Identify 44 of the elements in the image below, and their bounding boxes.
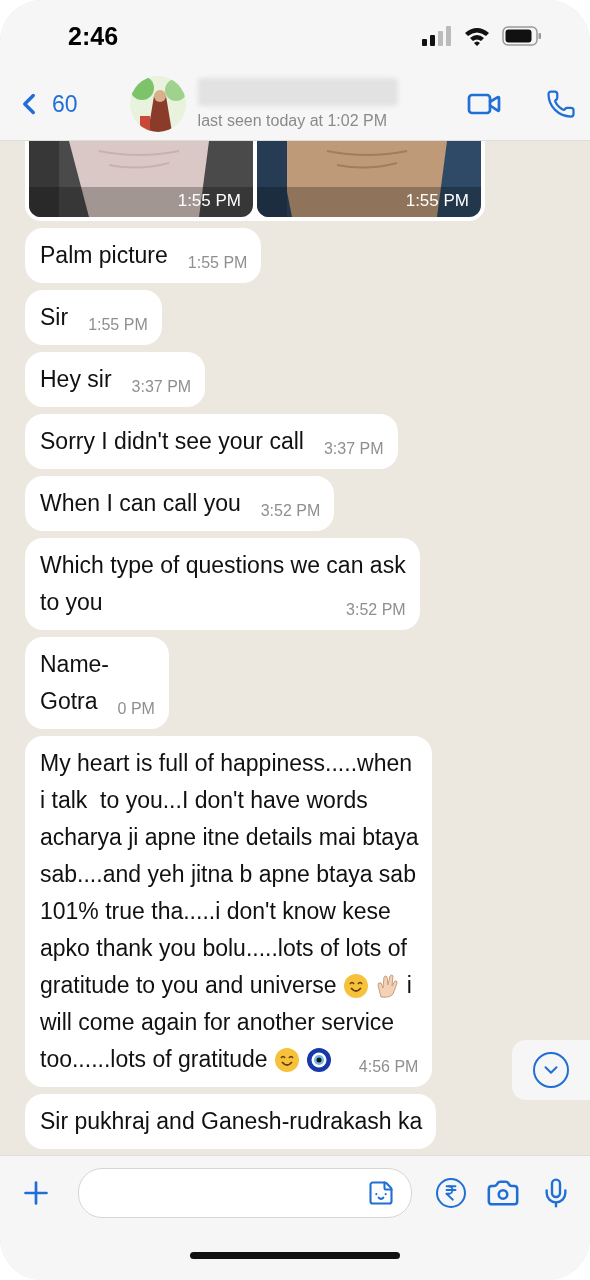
message-time: 4:56 PM — [357, 1058, 419, 1077]
message-text: sab....and yeh jitna b apne btaya sab — [40, 860, 416, 889]
message-input-field[interactable] — [78, 1168, 412, 1218]
message-time: 3:37 PM — [322, 440, 384, 459]
message-text: will come again for another service — [40, 1008, 395, 1037]
phone-call-button[interactable] — [546, 89, 576, 119]
message-time: 3:37 PM — [130, 378, 192, 397]
message-time: 1:55 PM — [87, 316, 148, 335]
message-text: Palm picture — [40, 241, 168, 270]
message-time: 1:55 PM — [186, 254, 248, 273]
back-button[interactable]: 60 — [12, 87, 78, 121]
message-time: 1:55 PM — [405, 191, 469, 211]
message-text: to you — [40, 588, 103, 617]
message-text: Sir pukhraj and Ganesh-rudrakash ka — [40, 1107, 423, 1136]
message-text: Name- — [40, 650, 109, 679]
message-text: apko thank you bolu.....lots of lots of — [40, 934, 407, 963]
wifi-icon — [464, 26, 490, 46]
payment-button[interactable] — [436, 1178, 466, 1208]
message-text: Sorry I didn't see your call — [40, 427, 304, 456]
message-text: Which type of questions we can ask — [40, 551, 406, 580]
message-text: My heart is full of happiness.....when — [40, 749, 413, 778]
sticker-icon[interactable] — [367, 1179, 395, 1207]
message-text: When I can call you — [40, 489, 241, 518]
message-text: i talk to you...I don't have words — [40, 786, 368, 815]
clock-time: 2:46 — [68, 21, 119, 51]
smiling-face-icon — [273, 1046, 300, 1073]
signal-icon — [422, 26, 452, 46]
message-text: 101% true tha.....i don't know kese — [40, 897, 391, 926]
message-text: Hey sir — [40, 365, 112, 394]
message-text: Gotra — [40, 687, 98, 716]
message-text: gratitude to you and universe — [40, 971, 337, 1000]
message-text: Sir — [40, 303, 69, 332]
scroll-down-button[interactable] — [512, 1040, 590, 1100]
message-text: too......lots of gratitude — [40, 1045, 268, 1074]
clapping-hands-icon — [374, 972, 401, 999]
message-time: 3:52 PM — [345, 601, 406, 620]
message-time: 3:52 PM — [259, 502, 321, 521]
message-time: 0 PM — [116, 700, 155, 719]
evil-eye-icon — [305, 1046, 332, 1073]
message-text: acharya ji apne itne details mai btaya — [40, 823, 419, 852]
message-text: i — [406, 971, 412, 1000]
last-seen-status: last seen today at 1:02 PM — [197, 112, 389, 130]
battery-icon — [502, 26, 542, 46]
smiling-face-icon — [342, 972, 369, 999]
